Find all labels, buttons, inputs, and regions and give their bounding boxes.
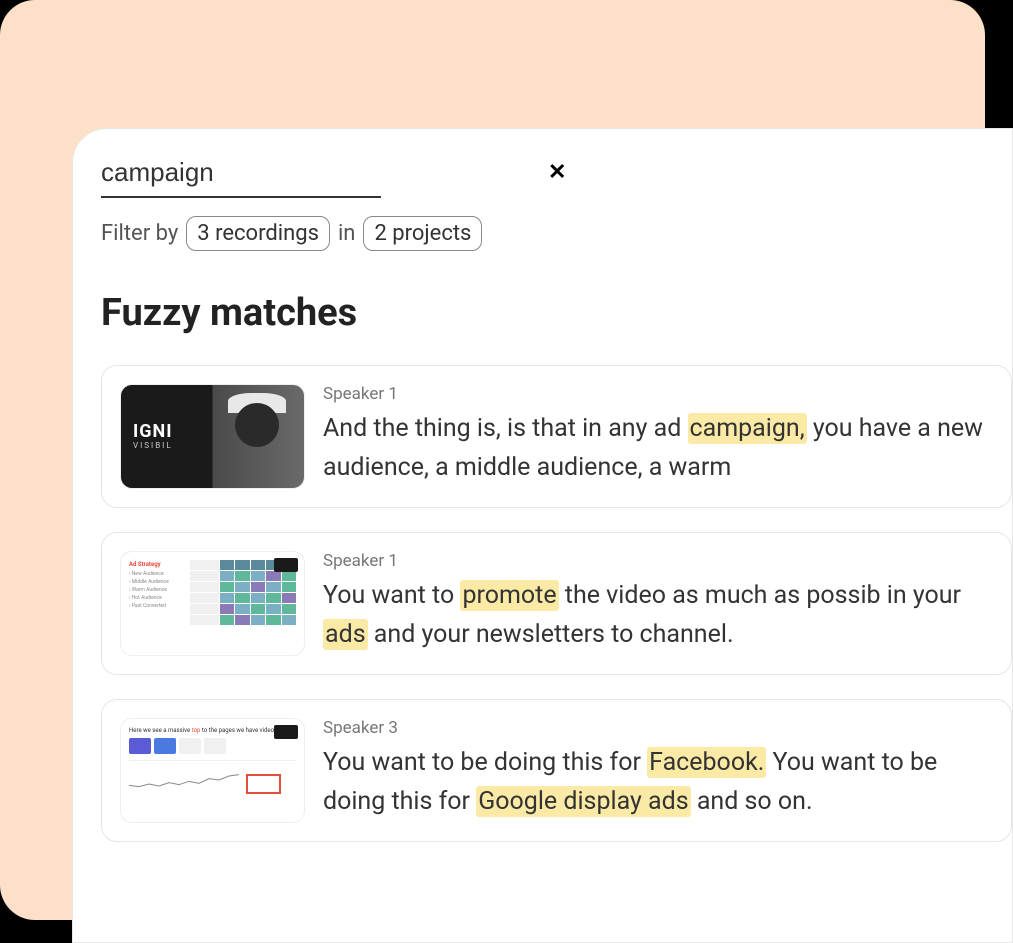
transcript-text: And the thing is, is that in any ad camp… [323,410,991,488]
result-card[interactable]: Here we see a massive top to the pages w… [101,699,1012,842]
result-thumbnail: IGNI VISIBIL [120,384,305,489]
transcript-text: You want to be doing this for Facebook. … [323,744,991,822]
match-highlight: campaign, [688,413,807,444]
transcript-text: You want to promote the video as much as… [323,577,991,655]
match-highlight: ads [323,619,368,650]
result-card[interactable]: IGNI VISIBIL Speaker 1 And the thing is,… [101,365,1012,508]
result-card[interactable]: Ad Strategy › New Audience › Middle Audi… [101,532,1012,675]
match-highlight: promote [460,580,558,611]
result-thumbnail: Ad Strategy › New Audience › Middle Audi… [120,551,305,656]
match-highlight: Facebook. [647,747,766,778]
speaker-label: Speaker 3 [323,718,991,738]
speaker-label: Speaker 1 [323,384,991,404]
search-input[interactable] [101,157,436,188]
filter-row: Filter by 3 recordings in 2 projects [101,216,1012,251]
result-thumbnail: Here we see a massive top to the pages w… [120,718,305,823]
search-panel: ✕ Filter by 3 recordings in 2 projects F… [72,128,1013,943]
filter-connector: in [338,221,356,246]
filter-projects-pill[interactable]: 2 projects [363,216,482,251]
result-content: Speaker 3 You want to be doing this for … [323,718,991,822]
clear-search-icon[interactable]: ✕ [540,160,574,185]
result-content: Speaker 1 And the thing is, is that in a… [323,384,991,488]
result-content: Speaker 1 You want to promote the video … [323,551,991,655]
match-highlight: Google display ads [476,786,690,817]
search-input-wrap: ✕ [101,157,381,198]
search-row: ✕ [101,157,1012,198]
filter-recordings-pill[interactable]: 3 recordings [186,216,330,251]
filter-label: Filter by [101,221,178,246]
speaker-label: Speaker 1 [323,551,991,571]
section-heading: Fuzzy matches [101,291,1012,335]
